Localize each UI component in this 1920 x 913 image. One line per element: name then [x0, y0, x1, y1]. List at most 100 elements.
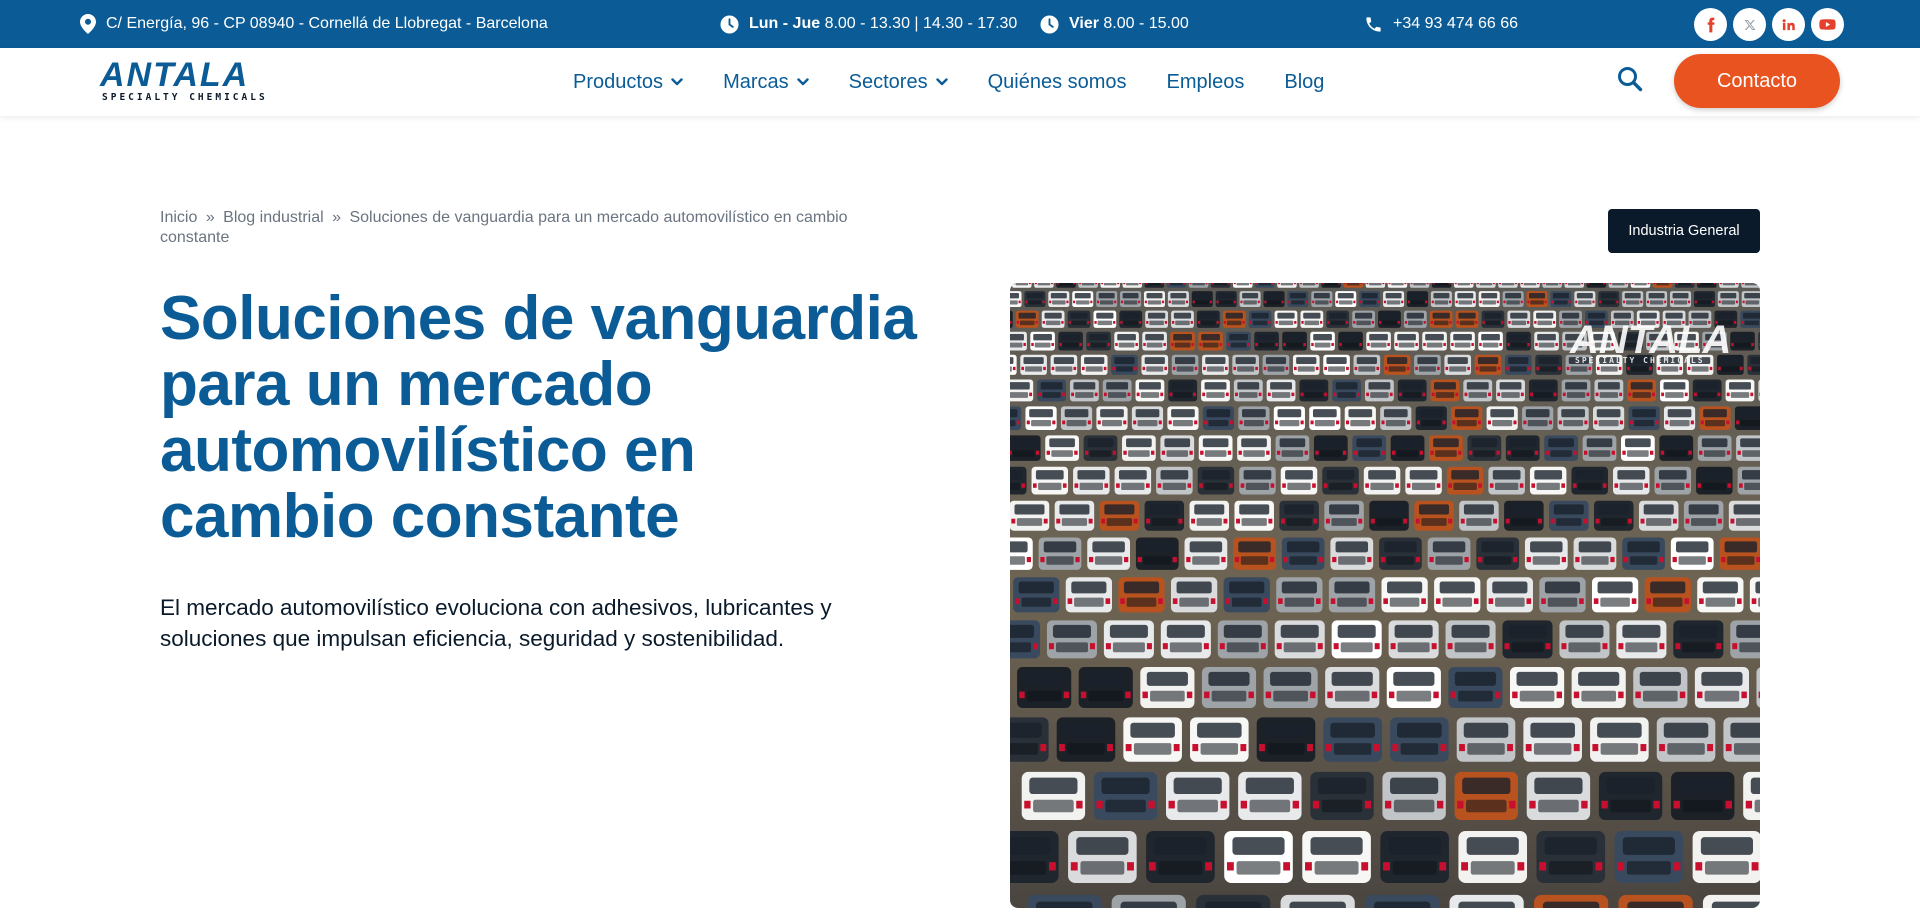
- car-shape: [1046, 620, 1097, 659]
- nav-item-sectores[interactable]: Sectores: [849, 71, 948, 94]
- clock-icon: [1040, 14, 1059, 34]
- search-button[interactable]: [1616, 65, 1644, 93]
- breadcrumb-section[interactable]: Blog industrial: [223, 209, 324, 226]
- cars-parking-lot-image: ANTALA SPECIALTY CHEMICALS: [1010, 283, 1760, 908]
- x-twitter-link[interactable]: [1733, 8, 1766, 41]
- image-watermark: ANTALA SPECIALTY CHEMICALS: [1569, 318, 1731, 365]
- car-shape: [1111, 894, 1186, 908]
- nav-item-blog[interactable]: Blog: [1284, 71, 1324, 94]
- site-header: ANTALA SPECIALTY CHEMICALS Productos Mar…: [0, 48, 1920, 116]
- car-shape: [1068, 830, 1137, 883]
- car-shape: [1730, 331, 1755, 351]
- address-info: C/ Energía, 96 - CP 08940 - Cornellá de …: [80, 0, 548, 48]
- car-shape: [1448, 666, 1503, 709]
- facebook-link[interactable]: [1694, 8, 1727, 41]
- car-shape: [1381, 577, 1428, 613]
- car-shape: [1434, 577, 1481, 613]
- car-shape: [1446, 466, 1484, 495]
- hours-friday: Vier 8.00 - 15.00: [1040, 0, 1189, 48]
- nav-item-quienes-somos[interactable]: Quiénes somos: [988, 71, 1127, 94]
- car-shape: [1326, 310, 1350, 328]
- logo-tagline: SPECIALTY CHEMICALS: [102, 92, 268, 103]
- car-shape: [1322, 466, 1359, 495]
- car-shape: [1299, 283, 1319, 288]
- category-badge[interactable]: Industria General: [1608, 209, 1760, 253]
- car-shape: [1292, 354, 1320, 375]
- car-shape: [1331, 620, 1382, 659]
- car-shape: [1696, 466, 1733, 495]
- car-shape: [1078, 666, 1133, 709]
- youtube-link[interactable]: [1811, 8, 1844, 41]
- car-shape: [1394, 331, 1419, 351]
- nav-item-empleos[interactable]: Empleos: [1167, 71, 1245, 94]
- car-shape: [1430, 379, 1460, 402]
- car-shape: [1030, 331, 1055, 351]
- car-shape: [1086, 331, 1111, 351]
- car-shape: [1390, 717, 1449, 762]
- car-shape: [1740, 310, 1760, 328]
- car-shape: [1380, 830, 1449, 883]
- article-lead: El mercado automovilístico evoluciona co…: [160, 595, 832, 651]
- car-shape: [1197, 466, 1235, 495]
- car-shape: [1010, 466, 1027, 495]
- car-shape: [1387, 283, 1408, 288]
- facebook-icon: [1707, 17, 1715, 32]
- car-shape: [1010, 717, 1049, 762]
- car-shape: [1526, 291, 1548, 308]
- car-shape: [1280, 466, 1318, 495]
- car-shape: [1463, 379, 1493, 402]
- car-shape: [1670, 537, 1714, 570]
- car-shape: [1114, 331, 1139, 351]
- car-shape: [1352, 310, 1375, 328]
- car-shape: [1656, 717, 1716, 762]
- car-shape: [1343, 283, 1363, 288]
- car-shape: [1254, 331, 1279, 351]
- car-shape: [1131, 406, 1164, 430]
- car-shape: [1616, 620, 1667, 659]
- car-shape: [1196, 894, 1271, 908]
- phone-link[interactable]: +34 93 474 66 66: [1364, 0, 1518, 48]
- car-shape: [1287, 291, 1309, 308]
- breadcrumb-home[interactable]: Inicio: [160, 209, 197, 226]
- nav-item-marcas[interactable]: Marcas: [723, 71, 809, 94]
- linkedin-link[interactable]: [1772, 8, 1805, 41]
- car-shape: [1277, 283, 1297, 288]
- car-shape: [1427, 537, 1471, 570]
- car-shape: [1694, 666, 1750, 709]
- car-shape: [1282, 331, 1307, 351]
- car-shape: [1239, 291, 1261, 308]
- car-shape: [1549, 500, 1589, 531]
- car-shape: [1281, 537, 1325, 570]
- car-shape: [1142, 331, 1167, 351]
- car-shape: [1741, 283, 1760, 288]
- car-shape: [1697, 577, 1744, 613]
- car-shape: [1429, 310, 1453, 328]
- car-shape: [1123, 717, 1182, 762]
- car-shape: [1506, 331, 1531, 351]
- car-shape: [1749, 577, 1760, 613]
- car-shape: [1140, 666, 1195, 709]
- car-shape: [1280, 894, 1355, 908]
- car-shape: [1015, 310, 1039, 328]
- car-shape: [1058, 331, 1083, 351]
- car-shape: [1103, 620, 1154, 659]
- car-shape: [1725, 379, 1755, 402]
- site-logo[interactable]: ANTALA SPECIALTY CHEMICALS: [100, 56, 280, 104]
- nav-item-productos[interactable]: Productos: [573, 71, 683, 94]
- contact-button[interactable]: Contacto: [1674, 54, 1840, 108]
- car-shape: [1255, 283, 1275, 288]
- car-shape: [1266, 379, 1296, 402]
- nav-item-label: Blog: [1284, 70, 1325, 93]
- car-shape: [1488, 466, 1525, 495]
- car-shape: [1222, 310, 1246, 328]
- car-shape: [1507, 310, 1531, 328]
- car-shape: [1614, 830, 1684, 883]
- clock-icon: [720, 14, 739, 34]
- car-shape: [1215, 291, 1237, 308]
- car-shape: [1313, 435, 1348, 461]
- car-shape: [1087, 537, 1131, 570]
- car-shape: [1586, 283, 1607, 288]
- car-shape: [1363, 466, 1401, 495]
- car-shape: [1728, 500, 1760, 531]
- car-shape: [1633, 666, 1688, 709]
